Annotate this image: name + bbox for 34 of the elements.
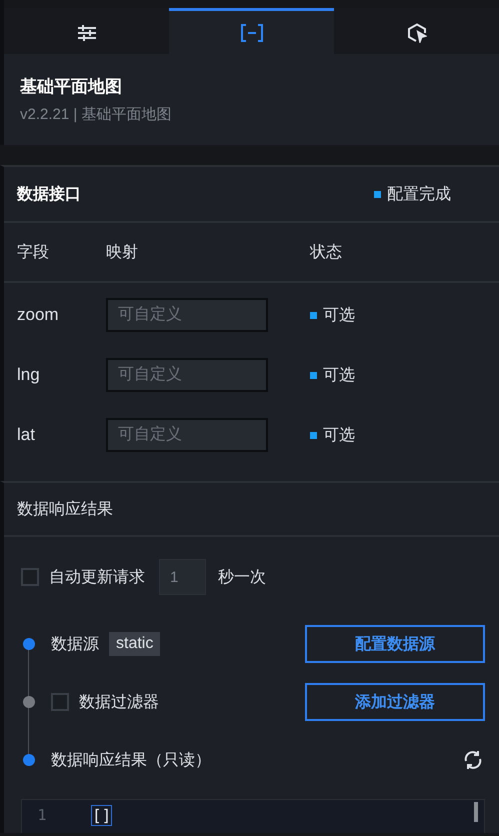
scrollbar-thumb[interactable]	[474, 802, 478, 822]
column-header: 字段	[17, 242, 50, 262]
section-title: 数据接口	[17, 184, 81, 204]
column-header: 映射	[106, 242, 139, 262]
field-name: lat	[17, 425, 36, 445]
tab[interactable]	[169, 8, 334, 54]
mapping-input[interactable]: 可自定义	[106, 358, 268, 392]
sliders-icon	[76, 24, 96, 40]
mapping-input[interactable]: 可自定义	[106, 298, 268, 332]
field-status: 可选	[323, 366, 355, 386]
component-title: 基础平面地图	[20, 76, 123, 98]
field-name: zoom	[17, 305, 60, 325]
line-number: 1	[36, 805, 48, 826]
brackets-icon	[240, 24, 264, 42]
step-label: 数据源	[51, 634, 99, 654]
checkbox-label: 自动更新请求	[49, 568, 145, 588]
mapping-input[interactable]: 可自定义	[106, 418, 268, 452]
field-name: lng	[17, 365, 41, 385]
step-label: 数据过滤器	[79, 692, 159, 712]
section-title: 数据响应结果	[4, 483, 499, 537]
checkbox[interactable]	[51, 693, 69, 711]
status-text: 配置完成	[387, 184, 451, 204]
code-text: []	[92, 806, 112, 825]
step-label: 数据响应结果（只读）	[51, 750, 211, 770]
field-status: 可选	[323, 306, 355, 326]
cursor-hexagon-icon	[406, 22, 426, 42]
refresh-icon[interactable]	[463, 750, 483, 770]
version-subtitle: v2.2.21 | 基础平面地图	[20, 105, 172, 125]
add-filter-button[interactable]: 添加过滤器	[305, 683, 485, 721]
configure-source-button[interactable]: 配置数据源	[305, 625, 485, 663]
interval-unit: 秒一次	[218, 568, 266, 588]
source-tag: static	[109, 632, 160, 656]
field-status: 可选	[323, 426, 355, 446]
column-header: 状态	[310, 242, 343, 262]
